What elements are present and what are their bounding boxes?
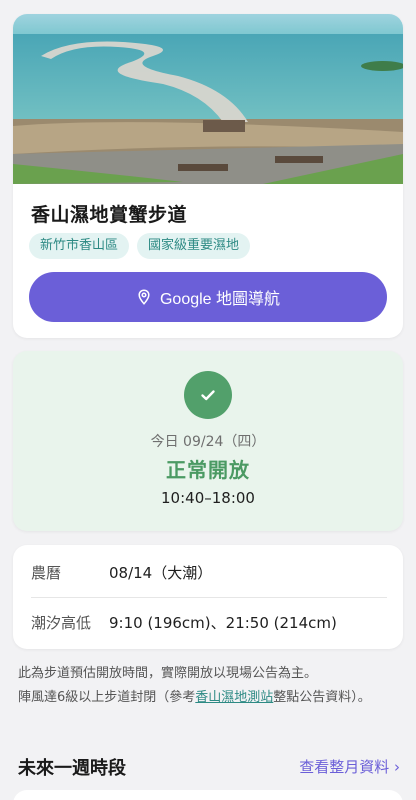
location-tag: 新竹市香山區 — [29, 233, 130, 259]
opening-hours: 10:40–18:00 — [161, 489, 255, 507]
tide-row: 潮汐高低 9:10 (196cm)、21:50 (214cm) — [31, 597, 387, 647]
navigation-label: Google 地圖導航 — [159, 291, 281, 308]
trail-title: 香山濕地賞蟹步道 — [31, 204, 188, 226]
lunar-date-value: 08/14（大潮） — [109, 564, 213, 582]
notice-prefix: 陣風達6級以上步道封閉（參考 — [18, 690, 196, 705]
weather-station-link[interactable]: 香山濕地測站 — [195, 690, 273, 705]
trail-photo — [13, 14, 403, 184]
google-maps-navigation-button[interactable]: Google 地圖導航 — [29, 272, 387, 322]
lunar-date-label: 農曆 — [31, 564, 62, 582]
notice-line-1: 此為步道預估開放時間，實際開放以現場公告為主。 — [18, 666, 318, 681]
check-icon — [184, 371, 232, 419]
view-month-link[interactable]: 查看整月資料 › — [299, 756, 400, 777]
lunar-date-row: 農曆 08/14（大潮） — [31, 548, 387, 598]
week-section-title: 未來一週時段 — [18, 758, 126, 779]
trail-card: 香山濕地賞蟹步道 新竹市香山區 國家級重要濕地 Google 地圖導航 — [13, 14, 403, 338]
map-pin-icon — [138, 289, 150, 305]
tide-label: 潮汐高低 — [31, 613, 92, 632]
tide-info-card: 農曆 08/14（大潮） 潮汐高低 9:10 (196cm)、21:50 (21… — [13, 545, 403, 649]
week-card — [13, 790, 403, 800]
notice-line-2: 陣風達6級以上步道封閉（參考香山濕地測站整點公告資料）。 — [18, 686, 403, 710]
tag-list: 新竹市香山區 國家級重要濕地 — [29, 233, 251, 259]
tide-value: 9:10 (196cm)、21:50 (214cm) — [109, 613, 337, 632]
wetland-tag: 國家級重要濕地 — [137, 233, 251, 259]
opening-status-card: 今日 09/24（四） 正常開放 10:40–18:00 — [13, 351, 403, 531]
status-label: 正常開放 — [166, 458, 250, 482]
status-date: 今日 09/24（四） — [150, 434, 266, 450]
notice-suffix: 整點公告資料）。 — [273, 690, 371, 705]
notice-text: 此為步道預估開放時間，實際開放以現場公告為主。 陣風達6級以上步道封閉（參考香山… — [18, 662, 403, 710]
